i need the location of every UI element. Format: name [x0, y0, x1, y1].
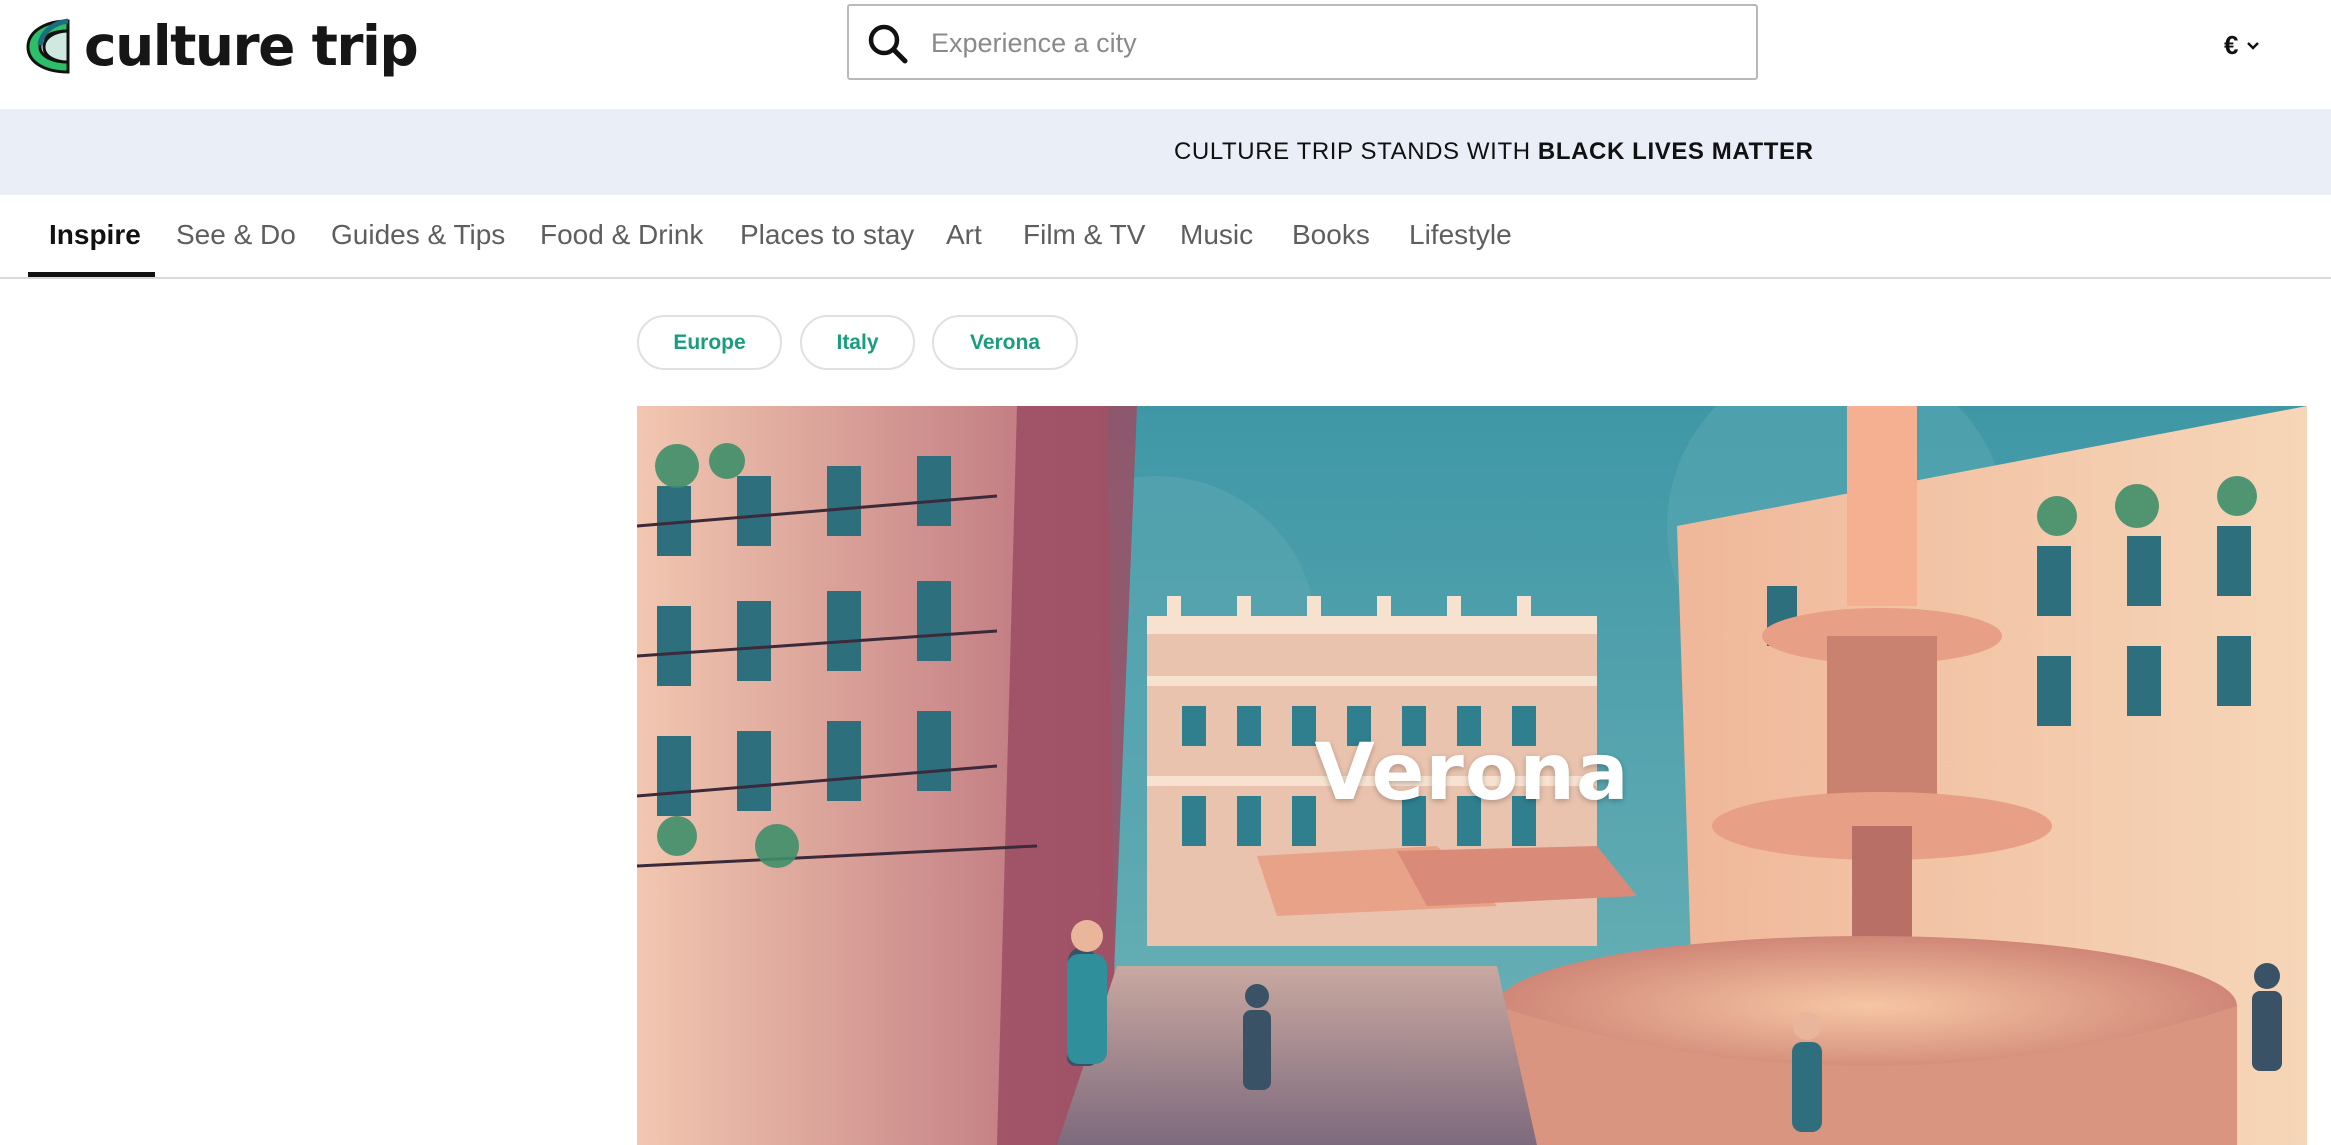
- search-icon[interactable]: [867, 23, 909, 65]
- banner-emphasis: BLACK LIVES MATTER: [1537, 138, 1814, 165]
- nav-item-places-to-stay[interactable]: Places to stay: [740, 219, 914, 251]
- nav-item-art[interactable]: Art: [946, 219, 982, 251]
- logo-mark-icon: [26, 18, 70, 74]
- breadcrumb-chip-europe[interactable]: Europe: [637, 315, 782, 370]
- banner-prefix: CULTURE TRIP STANDS WITH: [1174, 138, 1538, 165]
- site-header: culture trip €: [0, 0, 2331, 109]
- nav-item-food-drink[interactable]: Food & Drink: [540, 219, 703, 251]
- nav-item-film-tv[interactable]: Film & TV: [1023, 219, 1145, 251]
- announcement-banner: CULTURE TRIP STANDS WITH BLACK LIVES MAT…: [0, 109, 2331, 195]
- currency-selector[interactable]: €: [2224, 30, 2260, 61]
- hero-title: Verona: [1314, 728, 1630, 818]
- banner-text[interactable]: CULTURE TRIP STANDS WITH BLACK LIVES MAT…: [1174, 138, 1814, 166]
- culture-trip-logo[interactable]: culture trip: [24, 14, 419, 78]
- nav-item-guides-tips[interactable]: Guides & Tips: [331, 219, 505, 251]
- chevron-down-icon: [2247, 41, 2260, 50]
- active-tab-indicator: [28, 272, 155, 277]
- nav-item-inspire[interactable]: Inspire: [49, 219, 141, 251]
- search-input[interactable]: [929, 20, 1733, 66]
- breadcrumb-chip-italy[interactable]: Italy: [800, 315, 915, 370]
- nav-item-see-do[interactable]: See & Do: [176, 219, 296, 251]
- hero-banner: Verona: [637, 406, 2307, 1145]
- nav-item-music[interactable]: Music: [1180, 219, 1253, 251]
- category-nav: Inspire See & Do Guides & Tips Food & Dr…: [0, 195, 2331, 279]
- nav-item-books[interactable]: Books: [1292, 219, 1370, 251]
- breadcrumb-chip-verona[interactable]: Verona: [932, 315, 1078, 370]
- search-bar[interactable]: [847, 4, 1758, 80]
- nav-item-lifestyle[interactable]: Lifestyle: [1409, 219, 1512, 251]
- currency-label: €: [2224, 30, 2239, 60]
- logo-text: culture trip: [84, 14, 419, 78]
